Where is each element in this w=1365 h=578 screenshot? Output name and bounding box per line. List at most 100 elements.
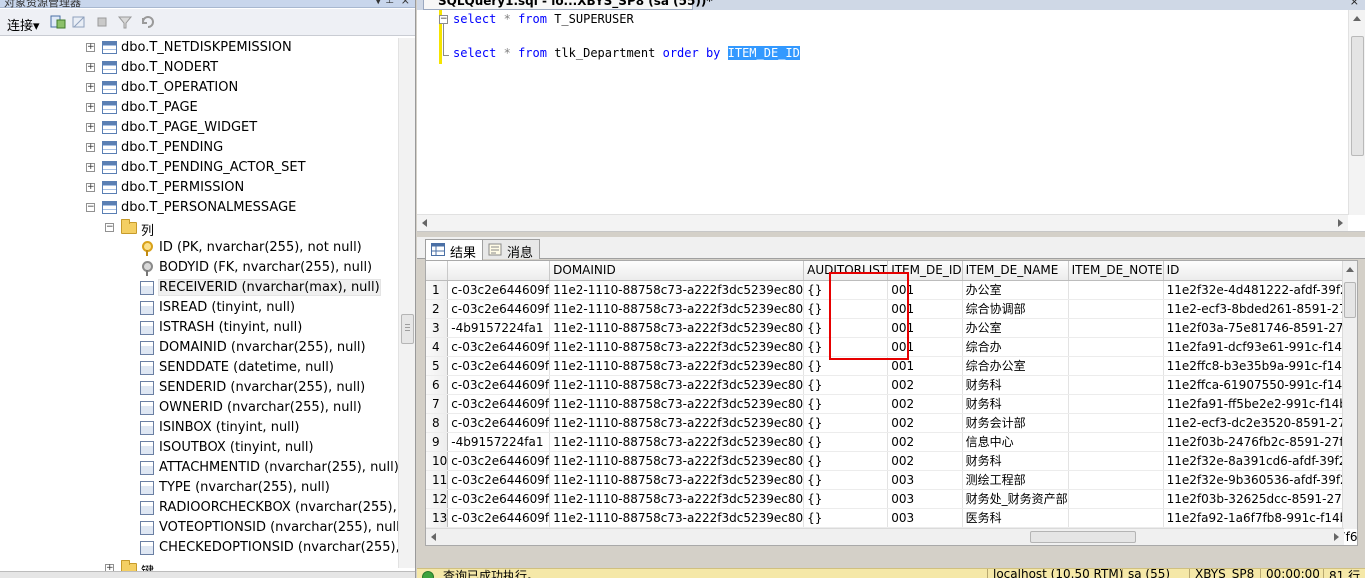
- table-row[interactable]: 9 -4b9157224fa1 11e2-1110-88758c73-a222f3d…: [426, 432, 1357, 452]
- scroll-up-icon[interactable]: [1346, 267, 1354, 272]
- column-header[interactable]: ITEM_DE_NOTE: [1068, 261, 1164, 281]
- table-cell[interactable]: [1068, 413, 1164, 433]
- column-header[interactable]: [426, 261, 449, 281]
- table-cell[interactable]: 财务科: [962, 375, 1069, 395]
- table-cell[interactable]: {}: [803, 413, 889, 433]
- table-cell[interactable]: {}: [803, 489, 889, 509]
- scrollbar-thumb[interactable]: [1344, 282, 1356, 318]
- table-cell[interactable]: 医务科: [962, 508, 1069, 528]
- object-explorer-horizontal-scrollbar[interactable]: [0, 571, 415, 578]
- row-number[interactable]: 7: [426, 394, 449, 414]
- table-cell[interactable]: 002: [887, 451, 963, 471]
- table-cell[interactable]: c-03c2e644609f: [447, 337, 551, 357]
- tab-results[interactable]: 结果: [425, 239, 484, 261]
- table-cell[interactable]: {}: [803, 280, 889, 300]
- table-cell[interactable]: 办公室: [962, 280, 1069, 300]
- table-cell[interactable]: 11e2fa91-ff5be2e2-991c-f14b3bd03b4a: [1163, 394, 1357, 414]
- column-header[interactable]: ITEM_DE_ID: [887, 261, 963, 281]
- row-number[interactable]: 13: [426, 508, 449, 528]
- scroll-right-icon[interactable]: [1334, 533, 1339, 541]
- table-cell[interactable]: 11e2f03a-75e81746-8591-27f6eb60c185: [1163, 318, 1357, 338]
- table-cell[interactable]: -4b9157224fa1: [447, 318, 551, 338]
- grid-vertical-scrollbar[interactable]: [1342, 261, 1357, 529]
- table-cell[interactable]: [1068, 280, 1164, 300]
- table-cell[interactable]: {}: [803, 508, 889, 528]
- table-cell[interactable]: 001: [887, 299, 963, 319]
- table-cell[interactable]: {}: [803, 375, 889, 395]
- expand-icon[interactable]: +: [86, 103, 95, 112]
- table-cell[interactable]: c-03c2e644609f: [447, 451, 551, 471]
- scroll-left-icon[interactable]: [431, 533, 436, 541]
- table-cell[interactable]: 11e2ffc8-b3e35b9a-991c-f14b3bd03b4a: [1163, 356, 1357, 376]
- table-cell[interactable]: 11e2-1110-88758c73-a222f3dc5239ec80: [549, 451, 805, 471]
- table-cell[interactable]: c-03c2e644609f: [447, 394, 551, 414]
- row-number[interactable]: 9: [426, 432, 449, 452]
- table-cell[interactable]: 002: [887, 432, 963, 452]
- row-number[interactable]: 4: [426, 337, 449, 357]
- table-cell[interactable]: [1068, 470, 1164, 490]
- table-cell[interactable]: 003: [887, 508, 963, 528]
- table-cell[interactable]: 001: [887, 280, 963, 300]
- table-cell[interactable]: [1068, 432, 1164, 452]
- table-cell[interactable]: 001: [887, 318, 963, 338]
- table-cell[interactable]: [1068, 394, 1164, 414]
- table-cell[interactable]: 11e2f03b-32625dcc-8591-27f6eb60c185: [1163, 489, 1357, 509]
- table-row[interactable]: 3 -4b9157224fa1 11e2-1110-88758c73-a222f3d…: [426, 318, 1357, 338]
- row-number[interactable]: 5: [426, 356, 449, 376]
- table-cell[interactable]: 综合办: [962, 337, 1069, 357]
- row-number[interactable]: 12: [426, 489, 449, 509]
- table-cell[interactable]: 11e2-1110-88758c73-a222f3dc5239ec80: [549, 489, 805, 509]
- editor-horizontal-scrollbar[interactable]: [417, 214, 1348, 231]
- row-number[interactable]: 10: [426, 451, 449, 471]
- scrollbar-thumb[interactable]: [1030, 531, 1136, 543]
- table-cell[interactable]: c-03c2e644609f: [447, 470, 551, 490]
- table-cell[interactable]: {}: [803, 451, 889, 471]
- table-cell[interactable]: [1068, 451, 1164, 471]
- row-number[interactable]: 8: [426, 413, 449, 433]
- column-header[interactable]: AUDITORLIST: [803, 261, 889, 281]
- pin-icon[interactable]: ▼ ⊥: [374, 0, 394, 6]
- table-cell[interactable]: c-03c2e644609f: [447, 489, 551, 509]
- column-header[interactable]: [447, 261, 551, 281]
- stop-icon[interactable]: [94, 14, 110, 30]
- table-cell[interactable]: 002: [887, 413, 963, 433]
- table-cell[interactable]: 11e2-1110-88758c73-a222f3dc5239ec80: [549, 375, 805, 395]
- table-cell[interactable]: 11e2-1110-88758c73-a222f3dc5239ec80: [549, 318, 805, 338]
- table-cell[interactable]: {}: [803, 356, 889, 376]
- row-number[interactable]: 3: [426, 318, 449, 338]
- table-cell[interactable]: 财务科: [962, 451, 1069, 471]
- table-cell[interactable]: 11e2-1110-88758c73-a222f3dc5239ec80: [549, 413, 805, 433]
- close-icon[interactable]: ×: [401, 0, 410, 7]
- table-cell[interactable]: 11e2f32e-4d481222-afdf-39f218bf7897: [1163, 280, 1357, 300]
- table-cell[interactable]: 11e2-1110-88758c73-a222f3dc5239ec80: [549, 394, 805, 414]
- table-row[interactable]: 4 c-03c2e644609f 11e2-1110-88758c73-a222f3…: [426, 337, 1357, 357]
- table-cell[interactable]: 11e2-ecf3-dc2e3520-8591-27f6eb60c185: [1163, 413, 1357, 433]
- table-cell[interactable]: 综合协调部: [962, 299, 1069, 319]
- table-cell[interactable]: 财务科: [962, 394, 1069, 414]
- table-cell[interactable]: 001: [887, 337, 963, 357]
- table-cell[interactable]: 财务处_财务资产部: [962, 489, 1069, 509]
- editor-vertical-scrollbar[interactable]: [1348, 10, 1365, 215]
- code-line-2[interactable]: select * from tlk_Department order by IT…: [453, 46, 800, 60]
- row-number[interactable]: 11: [426, 470, 449, 490]
- scroll-left-icon[interactable]: [422, 219, 427, 227]
- table-row[interactable]: 11 c-03c2e644609f 11e2-1110-88758c73-a222f…: [426, 470, 1357, 490]
- table-row[interactable]: 12 c-03c2e644609f 11e2-1110-88758c73-a222f…: [426, 489, 1357, 509]
- table-cell[interactable]: c-03c2e644609f: [447, 299, 551, 319]
- table-cell[interactable]: [1068, 489, 1164, 509]
- table-cell[interactable]: 综合办公室: [962, 356, 1069, 376]
- table-cell[interactable]: 001: [887, 356, 963, 376]
- grid-horizontal-scrollbar[interactable]: [426, 528, 1344, 545]
- table-cell[interactable]: 003: [887, 470, 963, 490]
- table-cell[interactable]: 11e2-1110-88758c73-a222f3dc5239ec80: [549, 508, 805, 528]
- expand-icon[interactable]: +: [86, 123, 95, 132]
- table-cell[interactable]: 11e2ffca-61907550-991c-f14b3bd03b4a: [1163, 375, 1357, 395]
- query-editor[interactable]: − select * from T_SUPERUSER select * fro…: [417, 10, 1365, 232]
- column-header[interactable]: ID: [1163, 261, 1357, 281]
- table-cell[interactable]: 11e2-1110-88758c73-a222f3dc5239ec80: [549, 280, 805, 300]
- collapse-icon[interactable]: −: [86, 203, 95, 212]
- row-number[interactable]: 2: [426, 299, 449, 319]
- expand-icon[interactable]: +: [86, 143, 95, 152]
- table-cell[interactable]: 11e2-1110-88758c73-a222f3dc5239ec80: [549, 432, 805, 452]
- expand-icon[interactable]: +: [86, 83, 95, 92]
